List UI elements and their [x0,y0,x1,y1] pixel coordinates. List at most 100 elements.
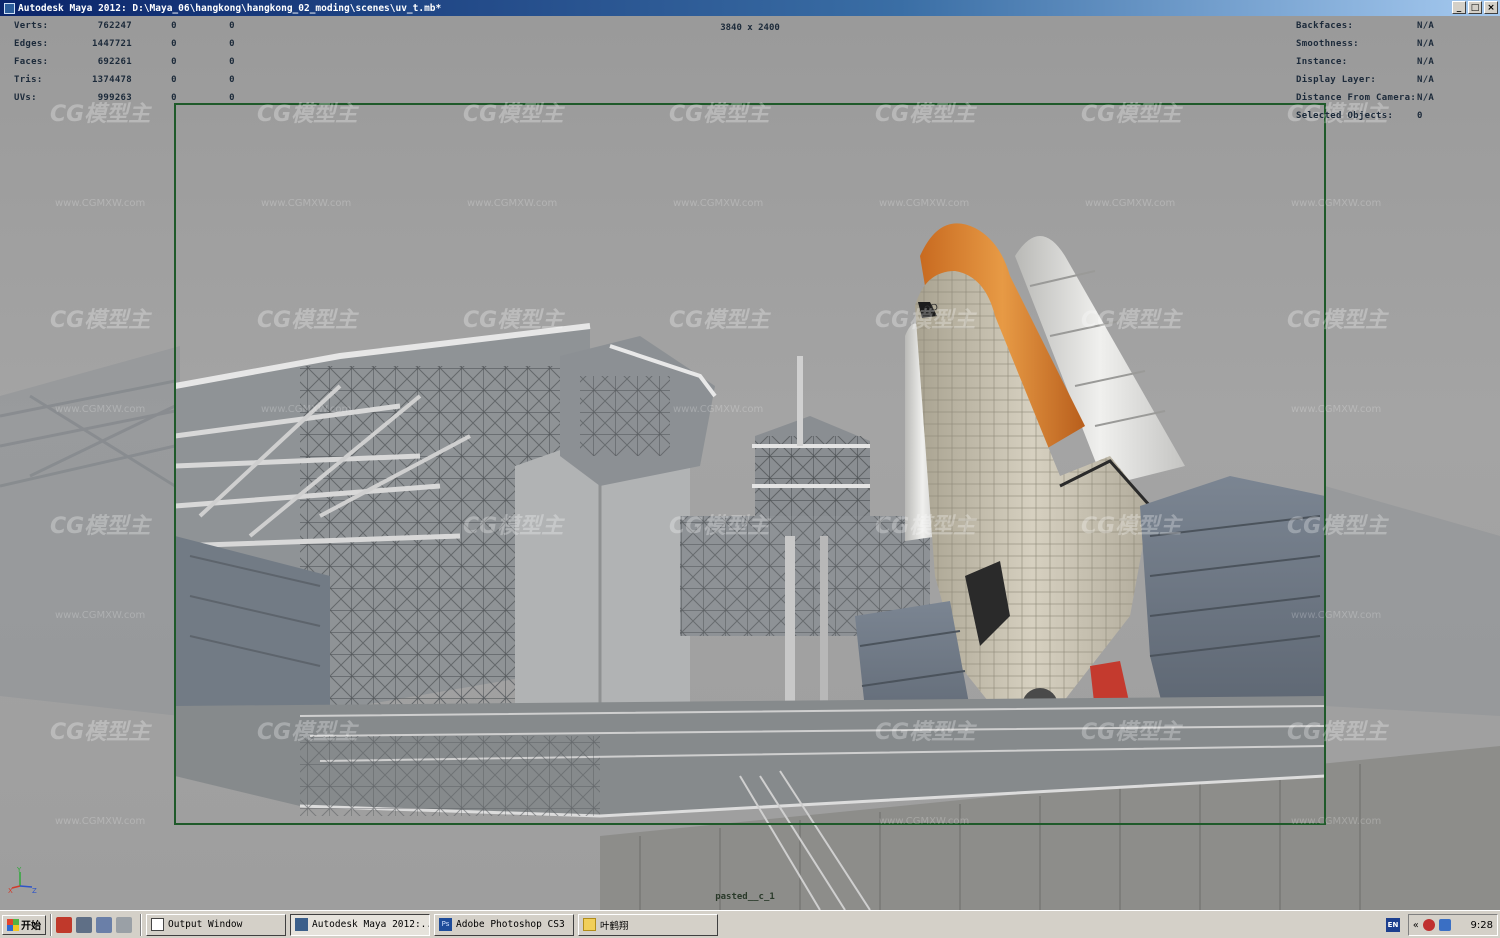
hud-value: 0 [229,57,235,67]
hud-value: N/A [1417,57,1435,67]
poly-count-hud: Verts: 762247 0 0 Edges: 1447721 0 0 Fac… [14,19,254,109]
start-button[interactable]: 开始 [2,914,46,935]
watermark-logo: CG模型主 [463,308,564,333]
maya-viewport[interactable]: OD CG模型主 CG模型主 CG模型主 CG模型主 CG模型主 CG模型主 C… [0,16,1500,910]
output-window-icon [151,918,164,931]
hud-value: N/A [1417,39,1435,49]
hud-value: N/A [1417,21,1435,31]
task-output-window[interactable]: Output Window [146,913,286,936]
window-titlebar[interactable]: Autodesk Maya 2012: D:\Maya_06\hangkong\… [0,0,1500,16]
close-button[interactable]: × [1484,1,1498,14]
watermark-url: www.CGMXW.com [261,404,352,415]
hud-value: 1447721 [91,39,132,49]
hud-row-faces: Faces: 692261 0 0 [14,55,254,69]
watermark-logo: CG模型主 [875,720,976,745]
tray-expand-button[interactable]: « [1413,920,1419,931]
hud-row-verts: Verts: 762247 0 0 [14,19,254,33]
watermark-url: www.CGMXW.com [55,198,146,209]
axis-y-label: Y [16,866,22,874]
maya-app-icon [4,2,15,14]
launch-pad-scene: OD [0,16,1500,910]
hud-label: Faces: [14,57,49,67]
watermark-url: www.CGMXW.com [55,404,146,415]
watermark-url: www.CGMXW.com [879,198,970,209]
watermark-url: www.CGMXW.com [55,816,146,827]
hud-row-tris: Tris: 1374478 0 0 [14,73,254,87]
task-label: Autodesk Maya 2012:... [312,919,430,930]
hud-label: Edges: [14,39,49,49]
task-label: Output Window [168,919,243,930]
watermark-logo: CG模型主 [1081,514,1182,539]
hud-row-backfaces: Backfaces: N/A [1296,19,1496,33]
hud-value: 0 [171,39,177,49]
watermark-logo: CG模型主 [50,514,151,539]
task-maya[interactable]: Autodesk Maya 2012:... [290,913,430,936]
watermark-logo: CG模型主 [463,102,564,127]
hud-value: 0 [171,21,177,31]
watermark-logo: CG模型主 [257,308,358,333]
watermark-logo: CG模型主 [1287,308,1388,333]
maya-icon [295,918,308,931]
task-label: Adobe Photoshop CS3 [456,919,565,930]
watermark-logo: CG模型主 [875,308,976,333]
watermark-logo: CG模型主 [875,514,976,539]
hud-value: 0 [171,93,177,103]
watermark-url: www.CGMXW.com [879,816,970,827]
window-title: Autodesk Maya 2012: D:\Maya_06\hangkong\… [18,2,442,14]
hud-row-distance: Distance From Camera: N/A [1296,91,1496,105]
watermark-logo: CG模型主 [257,720,358,745]
watermark-logo: CG模型主 [257,102,358,127]
photoshop-icon: Ps [439,918,452,931]
quicklaunch-acrobat-icon[interactable] [56,916,72,933]
maximize-button[interactable]: □ [1468,1,1482,14]
network-tray-icon[interactable] [1438,919,1451,931]
watermark-logo: CG模型主 [463,514,564,539]
task-folder[interactable]: 叶鹤翔 [578,913,718,936]
antivirus-tray-icon[interactable] [1422,919,1435,931]
watermark-logo: CG模型主 [1081,102,1182,127]
watermark-url: www.CGMXW.com [1085,198,1176,209]
watermark-url: www.CGMXW.com [55,610,146,621]
clock[interactable]: 9:28 [1471,920,1493,931]
axis-x-label: X [8,887,13,895]
watermark-url: www.CGMXW.com [261,198,352,209]
taskbar-separator [50,913,52,936]
hud-label: Instance: [1296,57,1348,67]
hud-row-smoothness: Smoothness: N/A [1296,37,1496,51]
hud-value: 0 [171,75,177,85]
watermark-logo: CG模型主 [875,102,976,127]
hud-value: 0 [229,39,235,49]
watermark-url: www.CGMXW.com [1291,198,1382,209]
hud-value: N/A [1417,75,1435,85]
hud-row-instance: Instance: N/A [1296,55,1496,69]
hud-row-edges: Edges: 1447721 0 0 [14,37,254,51]
watermark-logo: CG模型主 [1287,720,1388,745]
watermark-logo: CG模型主 [669,514,770,539]
windows-flag-icon [7,918,19,931]
quicklaunch-tool-icon[interactable] [116,916,132,933]
hud-row-uvs: UVs: 999263 0 0 [14,91,254,105]
hud-value: 1374478 [91,75,132,85]
watermark-url: www.CGMXW.com [467,198,558,209]
taskbar-separator [140,913,142,936]
watermark-url: www.CGMXW.com [1291,404,1382,415]
watermark-logo: CG模型主 [1081,720,1182,745]
watermark-logo: CG模型主 [50,720,151,745]
camera-name-label: pasted__c_1 [715,892,775,902]
service-structure-left [174,323,717,736]
task-label: 叶鹤翔 [600,920,629,932]
watermark-logo: CG模型主 [1081,308,1182,333]
quicklaunch-network-icon[interactable] [96,916,112,933]
window-controls: _ □ × [1452,1,1498,14]
language-indicator[interactable]: EN [1386,918,1400,932]
object-details-hud: Backfaces: N/A Smoothness: N/A Instance:… [1296,19,1496,129]
hud-label: Distance From Camera: [1296,93,1417,103]
hud-value: 762247 [97,21,132,31]
quicklaunch-app-icon[interactable] [76,916,92,933]
watermark-url: www.CGMXW.com [673,198,764,209]
task-photoshop[interactable]: Ps Adobe Photoshop CS3 [434,913,574,936]
watermark-logo: CG模型主 [669,308,770,333]
windows-taskbar: 开始 Output Window Autodesk Maya 2012:... … [0,910,1500,938]
hud-value: 0 [1417,111,1423,121]
minimize-button[interactable]: _ [1452,1,1466,14]
